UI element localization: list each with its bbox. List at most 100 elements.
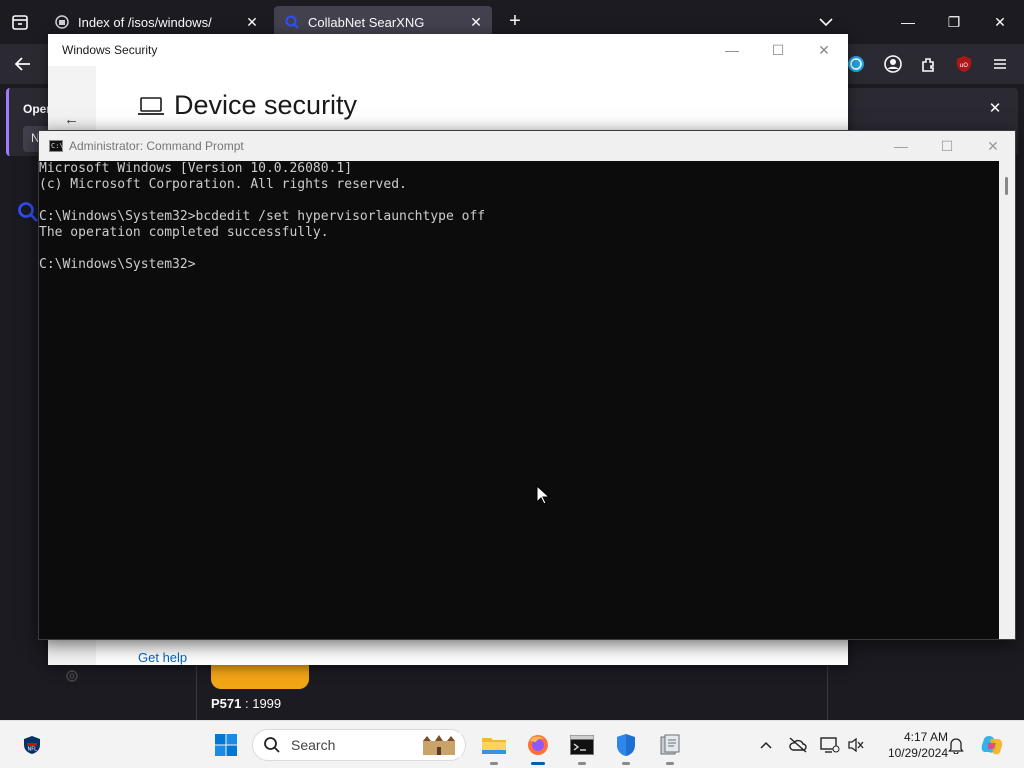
console-prompt-line: C:\Windows\System32>	[39, 257, 196, 272]
network-tray-button[interactable]	[820, 735, 840, 755]
page-title: Device security	[138, 90, 357, 121]
document-stack-icon	[660, 734, 680, 755]
firefox-icon	[528, 735, 548, 755]
search-icon[interactable]	[16, 200, 40, 224]
ublock-shield-icon: uO	[957, 56, 971, 72]
page-title-text: Device security	[174, 90, 358, 120]
cmd-minimize-button[interactable]: —	[891, 136, 911, 156]
taskbar-windows-security[interactable]	[612, 731, 640, 765]
windows-logo-icon	[215, 734, 237, 756]
cmd-window-title: Administrator: Command Prompt	[69, 139, 244, 153]
running-indicator	[490, 762, 498, 765]
notification-close-icon[interactable]: ✕	[986, 100, 1004, 118]
volume-tray-button[interactable]	[846, 735, 866, 755]
terminal-icon	[570, 735, 594, 755]
active-indicator	[531, 762, 545, 765]
arrow-left-icon	[14, 57, 30, 71]
windows-security-title: Windows Security	[62, 43, 158, 57]
onedrive-tray-button[interactable]	[788, 735, 808, 755]
cmd-maximize-button[interactable]: ☐	[937, 136, 957, 156]
folder-icon	[482, 738, 506, 754]
chevron-down-icon	[819, 18, 833, 27]
puzzle-icon	[922, 58, 934, 72]
show-hidden-icons-button[interactable]	[756, 735, 776, 755]
laptop-icon	[138, 96, 164, 115]
taskbar-search-box[interactable]: Search	[252, 729, 466, 761]
shield-icon	[617, 734, 635, 756]
nfl-shield-icon: NFL	[24, 736, 40, 754]
scrollbar-thumb[interactable]	[1005, 177, 1008, 195]
menu-button[interactable]	[990, 54, 1010, 74]
taskbar-clock[interactable]: 4:17 AM 10/29/2024	[872, 729, 948, 761]
firefox-view-button[interactable]	[8, 10, 32, 34]
result-property: P571 : 1999	[211, 696, 281, 711]
taskbar-file-explorer[interactable]	[480, 731, 508, 765]
search-highlight-castle-icon	[417, 733, 461, 757]
command-prompt-window: C:\ Administrator: Command Prompt — ☐ ✕ …	[38, 130, 1016, 640]
cmd-scrollbar[interactable]	[999, 161, 1015, 639]
winsec-minimize-button[interactable]: —	[722, 40, 742, 60]
result-property-value: : 1999	[241, 696, 282, 711]
tab-close-icon[interactable]: ✕	[244, 14, 260, 30]
notifications-button[interactable]	[946, 735, 966, 755]
browser-restore-button[interactable]: ❐	[944, 12, 964, 32]
cloud-off-icon	[789, 737, 807, 753]
bell-icon	[948, 738, 964, 754]
directory-icon	[54, 14, 70, 30]
account-icon	[884, 55, 902, 73]
result-thumbnail[interactable]	[211, 664, 309, 689]
console-line: (c) Microsoft Corporation. All rights re…	[39, 177, 407, 192]
console-line: Microsoft Windows [Version 10.0.26080.1]	[39, 161, 353, 176]
svg-text:uO: uO	[960, 62, 969, 69]
tab-title: CollabNet SearXNG	[308, 14, 425, 30]
cmd-titlebar: C:\ Administrator: Command Prompt — ☐ ✕	[39, 131, 1015, 161]
console-line: The operation completed successfully.	[39, 225, 329, 240]
weather-widget-button[interactable]: NFL	[18, 731, 46, 759]
back-button[interactable]	[12, 53, 34, 75]
chevron-up-icon	[760, 741, 772, 749]
get-help-link[interactable]: Get help	[138, 650, 187, 665]
account-button[interactable]	[883, 54, 903, 74]
speaker-muted-icon	[848, 737, 864, 753]
hamburger-icon	[994, 59, 1006, 69]
console-line: C:\Windows\System32>bcdedit /set hypervi…	[39, 209, 486, 224]
result-property-label: P571	[211, 696, 242, 711]
browser-minimize-button[interactable]: —	[898, 12, 918, 32]
mouse-cursor-icon	[536, 484, 551, 505]
searxng-icon	[284, 14, 300, 30]
cmd-icon: C:\	[49, 140, 64, 152]
svg-text:NFL: NFL	[28, 747, 38, 753]
cmd-console[interactable]: Microsoft Windows [Version 10.0.26080.1]…	[39, 161, 1001, 639]
windows-security-titlebar: Windows Security — ☐ ✕	[48, 34, 848, 66]
clock-date: 10/29/2024	[887, 746, 948, 760]
network-monitor-icon	[820, 737, 840, 753]
notification-text: Oper	[23, 102, 52, 116]
winsec-close-button[interactable]: ✕	[814, 40, 834, 60]
taskbar-firefox[interactable]	[524, 731, 552, 765]
search-icon	[264, 737, 280, 753]
winsec-maximize-button[interactable]: ☐	[768, 40, 788, 60]
taskbar-command-prompt[interactable]	[568, 731, 596, 765]
copilot-button[interactable]	[980, 733, 1004, 757]
new-tab-button[interactable]: +	[504, 10, 526, 32]
ublock-button[interactable]: uO	[954, 54, 974, 74]
running-indicator	[578, 762, 586, 765]
extensions-button[interactable]	[919, 54, 939, 74]
running-indicator	[622, 762, 630, 765]
back-arrow-icon[interactable]: ←	[64, 112, 80, 128]
list-all-tabs-button[interactable]	[816, 12, 836, 32]
taskbar: NFL Search 4:17 AM 10/29/2024	[0, 720, 1024, 768]
tab-title: Index of /isos/windows/	[78, 14, 212, 30]
cmd-close-button[interactable]: ✕	[983, 136, 1003, 156]
firefox-view-icon	[12, 15, 28, 30]
clock-time: 4:17 AM	[903, 730, 948, 744]
browser-close-button[interactable]: ✕	[990, 12, 1010, 32]
settings-gear-icon[interactable]	[64, 668, 80, 684]
running-indicator	[666, 762, 674, 765]
search-label: Search	[291, 737, 336, 753]
tab-close-icon[interactable]: ✕	[468, 14, 484, 30]
start-button[interactable]	[212, 731, 240, 759]
taskbar-app[interactable]	[656, 731, 684, 765]
extension-button[interactable]	[846, 54, 866, 74]
